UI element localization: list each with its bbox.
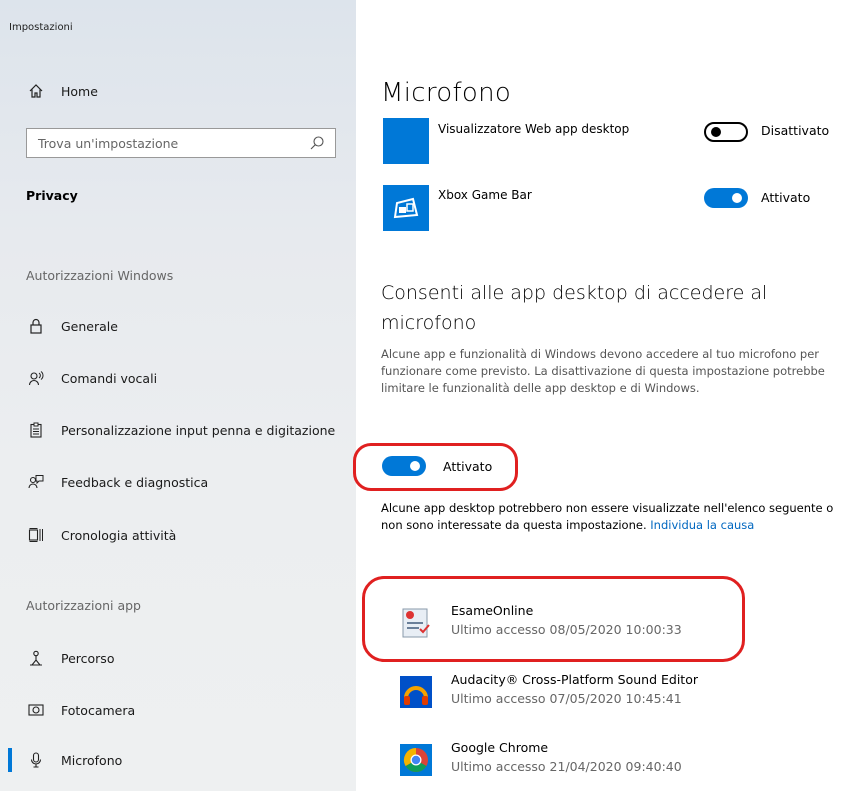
- sidebar-item-label: Cronologia attività: [61, 527, 177, 543]
- microphone-icon: [26, 750, 46, 770]
- current-section-heading: Privacy: [26, 188, 78, 203]
- search-icon: [309, 135, 325, 151]
- sidebar: Impostazioni Home Trova un'impostazione …: [0, 0, 356, 791]
- timeline-icon: [26, 525, 46, 545]
- sidebar-item-label: Comandi vocali: [61, 370, 158, 386]
- app-row-xbox: Xbox Game Bar Attivato: [383, 185, 851, 233]
- sidebar-item-feedback[interactable]: Feedback e diagnostica: [0, 467, 356, 497]
- web-viewer-icon: [383, 118, 429, 164]
- lock-icon: [26, 316, 46, 336]
- app-name: Xbox Game Bar: [438, 188, 532, 202]
- sidebar-item-label: Feedback e diagnostica: [61, 474, 209, 490]
- app-name: Google Chrome: [451, 740, 549, 755]
- audacity-icon: [400, 676, 432, 708]
- app-name: Visualizzatore Web app desktop: [438, 122, 630, 136]
- sidebar-item-label: Generale: [61, 318, 118, 334]
- toggle-state-label: Attivato: [761, 190, 811, 205]
- list-item-chrome: Google Chrome Ultimo accesso 21/04/2020 …: [400, 740, 820, 788]
- sidebar-item-label: Microfono: [61, 752, 123, 768]
- xbox-toggle[interactable]: [704, 188, 748, 208]
- home-icon: [26, 81, 46, 101]
- sidebar-item-label: Home: [61, 83, 98, 99]
- find-cause-link[interactable]: Individua la causa: [650, 518, 754, 532]
- sidebar-item-label: Fotocamera: [61, 702, 136, 718]
- app-name: Audacity® Cross-Platform Sound Editor: [451, 672, 698, 687]
- search-input[interactable]: Trova un'impostazione: [26, 128, 336, 158]
- speech-icon: [26, 368, 46, 388]
- last-access: Ultimo accesso 21/04/2020 09:40:40: [451, 759, 682, 774]
- sidebar-item-home[interactable]: Home: [0, 76, 356, 106]
- red-highlight-esameonline: [362, 576, 745, 662]
- sidebar-item-percorso[interactable]: Percorso: [0, 643, 356, 673]
- toggle-state-label: Disattivato: [761, 123, 830, 138]
- sidebar-item-cronologia[interactable]: Cronologia attività: [0, 520, 356, 550]
- sidebar-item-label: Percorso: [61, 650, 115, 666]
- window-title: Impostazioni: [9, 22, 73, 33]
- xbox-game-bar-icon: [383, 185, 429, 231]
- sidebar-item-microfono[interactable]: Microfono: [0, 745, 356, 775]
- sidebar-item-comandi-vocali[interactable]: Comandi vocali: [0, 363, 356, 393]
- desktop-section-title: Consenti alle app desktop di accedere al…: [381, 282, 768, 334]
- red-highlight-toggle: [353, 443, 518, 491]
- camera-icon: [26, 700, 46, 720]
- desktop-note-text: Alcune app desktop potrebbero non essere…: [381, 501, 834, 532]
- feedback-icon: [26, 472, 46, 492]
- visualizzatore-toggle[interactable]: [704, 122, 748, 142]
- sidebar-item-label: Personalizzazione input penna e digitazi…: [61, 422, 336, 438]
- desktop-note: Alcune app desktop potrebbero non essere…: [381, 500, 851, 534]
- sidebar-item-generale[interactable]: Generale: [0, 311, 356, 341]
- group-heading-windows: Autorizzazioni Windows: [26, 268, 174, 283]
- sidebar-item-input-penna[interactable]: Personalizzazione input penna e digitazi…: [0, 415, 356, 445]
- sidebar-item-fotocamera[interactable]: Fotocamera: [0, 695, 356, 725]
- page-title: Microfono: [381, 78, 512, 108]
- desktop-section-description: Alcune app e funzionalità di Windows dev…: [381, 347, 825, 395]
- search-placeholder: Trova un'impostazione: [38, 136, 179, 151]
- app-row-visualizzatore: Visualizzatore Web app desktop Disattiva…: [383, 118, 851, 166]
- chrome-icon: [400, 744, 432, 776]
- list-item-audacity: Audacity® Cross-Platform Sound Editor Ul…: [400, 672, 820, 720]
- last-access: Ultimo accesso 07/05/2020 10:45:41: [451, 691, 682, 706]
- clipboard-icon: [26, 420, 46, 440]
- group-heading-apps: Autorizzazioni app: [26, 598, 141, 613]
- location-icon: [26, 648, 46, 668]
